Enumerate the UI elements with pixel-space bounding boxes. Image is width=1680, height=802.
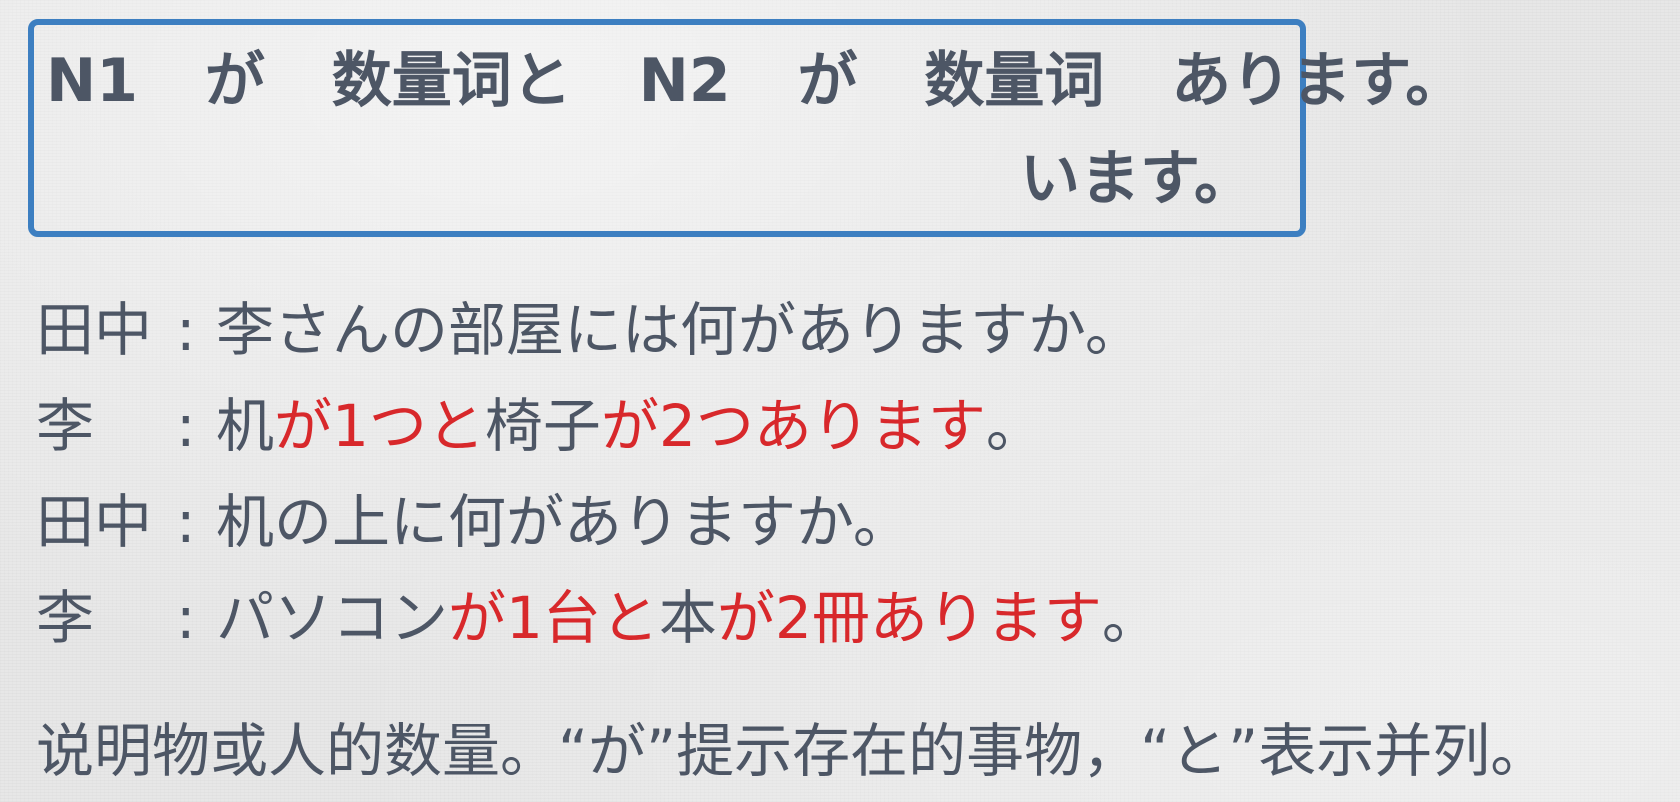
highlight-segment: が2冊あります [716, 584, 1102, 652]
dialogue-line-1: 田中: 李さんの部屋には何がありますか。 [36, 282, 1666, 378]
segment: 。 [1101, 584, 1160, 652]
segment: 。 [985, 392, 1044, 460]
pattern-imasu: います。 [1020, 144, 1254, 214]
dialogue: 田中: 李さんの部屋には何がありますか。 李: 机が1つと 椅子 が2つあります。 田中… [36, 282, 1666, 666]
speaker: 田中 [36, 488, 153, 556]
pattern-line-1: N1 が 数量词と N2 が 数量词 あります。 [46, 36, 1465, 126]
colon: : [176, 488, 196, 556]
speaker: 李 [36, 392, 95, 460]
pattern-quantifier-to: 数量词と [331, 46, 572, 116]
dialogue-line-3: 田中: 机の上に何がありますか。 [36, 474, 1666, 570]
pattern-arimasu: あります。 [1171, 46, 1466, 116]
pattern-n2: N2 [638, 46, 731, 116]
segment: 机 [216, 392, 275, 460]
dialogue-line-2: 李: 机が1つと 椅子 が2つあります。 [36, 378, 1666, 474]
colon: : [176, 296, 196, 364]
segment: パソコン [216, 584, 449, 652]
highlight-segment: が1台と [448, 584, 659, 652]
colon: : [176, 584, 196, 652]
segment: 本 [658, 584, 717, 652]
speaker: 田中 [36, 296, 153, 364]
segment: 机の上に何がありますか。 [216, 488, 911, 556]
pattern-ga-2: が [797, 46, 858, 116]
speaker: 李 [36, 584, 95, 652]
highlight-segment: が1つと [274, 392, 485, 460]
pattern-n1: N1 [46, 46, 138, 116]
pattern-ga-1: が [204, 46, 265, 116]
highlight-segment: が2つあります [600, 392, 986, 460]
segment: 椅子 [484, 392, 601, 460]
pattern-quantifier: 数量词 [924, 46, 1105, 116]
segment: 李さんの部屋には何がありますか。 [216, 296, 1143, 364]
colon: : [176, 392, 196, 460]
explanation-note: 说明物或人的数量。“が”提示存在的事物，“と”表示并列。 [36, 717, 1549, 785]
dialogue-line-4: 李: パソコン が1台と本が2冊あります。 [36, 570, 1666, 666]
